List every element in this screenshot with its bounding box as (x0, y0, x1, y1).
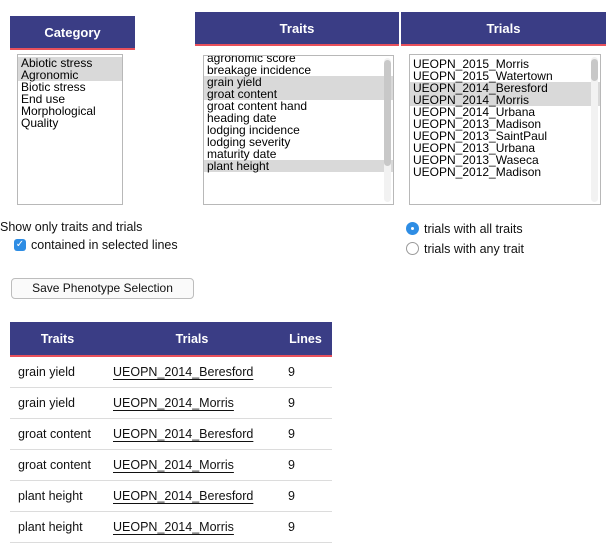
all-traits-label: trials with all traits (424, 222, 523, 236)
trials-scroll-thumb[interactable] (591, 59, 598, 81)
trial-link[interactable]: UEOPN_2014_Morris (113, 520, 234, 534)
contained-label: contained in selected lines (31, 238, 178, 252)
row-trial-cell: UEOPN_2014_Morris (105, 449, 279, 481)
category-option[interactable]: Quality (18, 117, 122, 129)
traits-scroll-thumb[interactable] (384, 60, 391, 166)
row-trial-cell: UEOPN_2014_Beresford (105, 418, 279, 450)
row-trait: grain yield (10, 387, 105, 419)
results-header-row: Traits Trials Lines (10, 322, 332, 357)
trial-link[interactable]: UEOPN_2014_Beresford (113, 365, 253, 379)
row-lines: 9 (279, 387, 332, 419)
row-lines: 9 (279, 511, 332, 543)
category-header: Category (10, 16, 135, 50)
table-row: plant height UEOPN_2014_Morris 9 (10, 511, 332, 543)
results-table: Traits Trials Lines grain yield UEOPN_201… (10, 322, 332, 543)
table-row: grain yield UEOPN_2014_Beresford 9 (10, 356, 332, 388)
traits-header: Traits (195, 12, 399, 46)
traits-scrollbar[interactable] (384, 58, 391, 202)
table-row: groat content UEOPN_2014_Beresford 9 (10, 418, 332, 450)
save-phenotype-button[interactable]: Save Phenotype Selection (11, 278, 194, 299)
col-lines-header: Lines (279, 322, 332, 357)
contained-checkbox[interactable]: ✓ (14, 239, 26, 251)
table-row: plant height UEOPN_2014_Beresford 9 (10, 480, 332, 512)
traits-options: agronomic score breakage incidence grain y… (204, 56, 393, 172)
col-trials-header: Trials (105, 322, 279, 357)
trials-scrollbar[interactable] (591, 57, 598, 202)
trial-option[interactable]: UEOPN_2012_Madison (410, 166, 600, 178)
table-row: groat content UEOPN_2014_Morris 9 (10, 449, 332, 481)
row-trial-cell: UEOPN_2014_Morris (105, 511, 279, 543)
row-lines: 9 (279, 418, 332, 450)
show-only-label: Show only traits and trials (0, 220, 143, 234)
category-listbox[interactable]: Abiotic stress Agronomic Biotic stress End … (17, 54, 123, 205)
trial-link[interactable]: UEOPN_2014_Morris (113, 458, 234, 472)
row-lines: 9 (279, 480, 332, 512)
trait-option[interactable]: plant height (204, 160, 393, 172)
row-trait: grain yield (10, 356, 105, 388)
trial-link[interactable]: UEOPN_2014_Morris (113, 396, 234, 410)
trials-header: Trials (401, 12, 606, 46)
radio-any-trait[interactable] (406, 242, 419, 255)
col-traits-header: Traits (10, 322, 105, 357)
row-trait: groat content (10, 418, 105, 450)
row-lines: 9 (279, 449, 332, 481)
trial-link[interactable]: UEOPN_2014_Beresford (113, 489, 253, 503)
trials-options: UEOPN_2015_Morris UEOPN_2015_Watertown UEO… (410, 58, 600, 178)
row-trait: plant height (10, 480, 105, 512)
row-trait: plant height (10, 511, 105, 543)
category-options: Abiotic stress Agronomic Biotic stress End … (18, 57, 122, 129)
checkmark-icon: ✓ (15, 239, 25, 250)
trials-listbox[interactable]: UEOPN_2015_Morris UEOPN_2015_Watertown UEO… (409, 54, 601, 205)
row-trial-cell: UEOPN_2014_Beresford (105, 480, 279, 512)
row-lines: 9 (279, 356, 332, 388)
radio-all-traits[interactable] (406, 222, 419, 235)
row-trial-cell: UEOPN_2014_Morris (105, 387, 279, 419)
table-row: grain yield UEOPN_2014_Morris 9 (10, 387, 332, 419)
row-trait: groat content (10, 449, 105, 481)
trial-link[interactable]: UEOPN_2014_Beresford (113, 427, 253, 441)
traits-listbox[interactable]: agronomic score breakage incidence grain y… (203, 55, 394, 205)
row-trial-cell: UEOPN_2014_Beresford (105, 356, 279, 388)
any-trait-label: trials with any trait (424, 242, 525, 256)
